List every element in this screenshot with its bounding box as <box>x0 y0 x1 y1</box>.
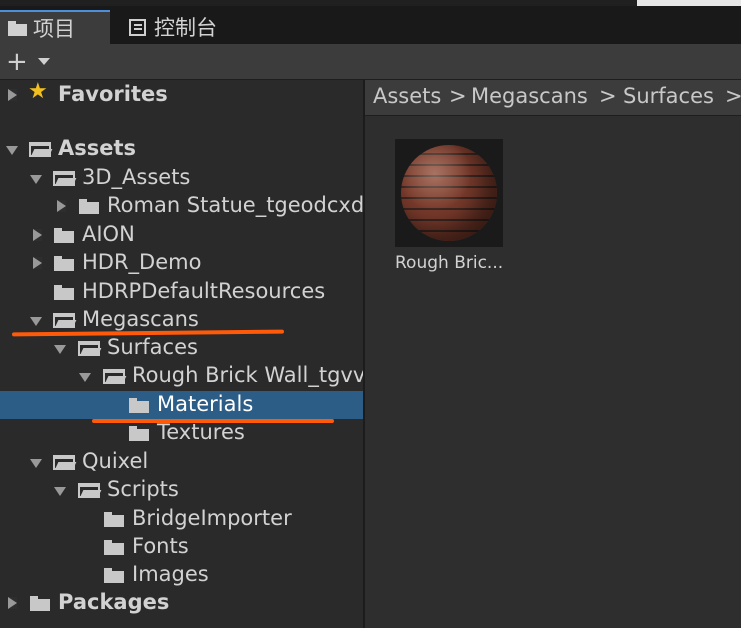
tree-item-label: Materials <box>157 392 254 416</box>
breadcrumb: Assets > Megascans > Surfaces > <box>365 80 741 116</box>
tree-item-label: Favorites <box>58 82 168 106</box>
asset-label: Rough Bric... <box>395 253 504 273</box>
tree-item-textures[interactable]: Textures <box>0 419 363 447</box>
tree-item-bridge-importer[interactable]: BridgeImporter <box>0 505 363 533</box>
tree-item-label: Quixel <box>82 449 149 473</box>
expand-arrow-icon[interactable] <box>8 89 17 101</box>
tree-item-fonts[interactable]: Fonts <box>0 533 363 561</box>
tree-item-3d-assets[interactable]: 3D_Assets <box>0 164 363 192</box>
annotation-underline-materials <box>92 419 334 423</box>
expand-arrow-icon[interactable] <box>57 200 66 212</box>
tree-item-aion[interactable]: AION <box>0 221 363 249</box>
expand-arrow-icon[interactable] <box>8 597 17 609</box>
tree-item-materials[interactable]: Materials <box>0 391 363 419</box>
brick-material-sphere <box>401 145 497 241</box>
tree-item-assets[interactable]: Assets <box>0 135 363 163</box>
tree-item-label: Scripts <box>107 477 179 501</box>
tab-project-label: 项目 <box>33 17 75 41</box>
tree-item-label: Roman Statue_tgeodcxd <box>107 193 363 217</box>
tab-console-label: 控制台 <box>154 16 217 40</box>
folder-icon <box>129 426 149 441</box>
breadcrumb-item-assets[interactable]: Assets <box>373 84 441 108</box>
folder-open-icon <box>53 171 75 186</box>
tree-item-label: Packages <box>58 590 170 614</box>
breadcrumb-separator: > <box>449 84 467 108</box>
folder-icon <box>54 228 74 243</box>
tree-item-rough-brick-wall[interactable]: Rough Brick Wall_tgvv <box>0 362 363 390</box>
tree-item-scripts[interactable]: Scripts <box>0 476 363 504</box>
folder-open-icon <box>103 369 125 384</box>
tree-item-surfaces[interactable]: Surfaces <box>0 334 363 362</box>
tab-console[interactable]: 控制台 <box>113 10 233 44</box>
tree-item-label: 3D_Assets <box>82 165 191 189</box>
tree-item-packages[interactable]: Packages <box>0 589 363 617</box>
expand-arrow-icon[interactable] <box>33 229 42 241</box>
tab-project[interactable]: 项目 <box>0 10 110 44</box>
window-tab-strip: 项目 控制台 <box>0 0 741 44</box>
collapse-arrow-icon[interactable] <box>79 373 91 382</box>
folder-icon <box>8 20 27 36</box>
tree-item-label: HDRPDefaultResources <box>82 279 326 303</box>
collapse-arrow-icon[interactable] <box>30 317 42 326</box>
material-thumbnail[interactable] <box>395 139 503 247</box>
tree-item-label: Fonts <box>132 534 189 558</box>
chevron-down-icon[interactable] <box>38 58 50 65</box>
tree-item-hdrp-default-resources[interactable]: HDRPDefaultResources <box>0 278 363 306</box>
breadcrumb-separator: > <box>599 84 617 108</box>
breadcrumb-separator: > <box>725 84 741 108</box>
tree-item-label: AION <box>82 222 135 246</box>
folder-icon <box>104 512 124 527</box>
tree-item-label: Megascans <box>82 307 199 331</box>
folder-open-icon <box>78 483 100 498</box>
folder-icon <box>30 596 50 611</box>
tree-item-roman-statue[interactable]: Roman Statue_tgeodcxd <box>0 192 363 220</box>
star-icon: ★ <box>28 81 48 104</box>
folder-icon <box>79 199 99 214</box>
add-button[interactable]: + <box>6 49 28 75</box>
tree-item-label: Assets <box>58 136 137 160</box>
collapse-arrow-icon[interactable] <box>54 487 66 496</box>
tree-item-label: Surfaces <box>107 335 198 359</box>
folder-open-icon <box>53 455 75 470</box>
top-edge <box>0 0 741 6</box>
tree-item-label: BridgeImporter <box>132 506 292 530</box>
tree-item-label: Rough Brick Wall_tgvv <box>132 363 363 387</box>
folder-icon <box>104 568 124 583</box>
tree-item-label: Images <box>132 562 209 586</box>
folder-open-icon <box>78 341 100 356</box>
tree-item-images[interactable]: Images <box>0 561 363 589</box>
collapse-arrow-icon[interactable] <box>54 345 66 354</box>
console-icon <box>129 18 146 36</box>
expand-arrow-icon[interactable] <box>33 257 42 269</box>
tree-item-label: Textures <box>157 420 245 444</box>
folder-open-icon <box>29 142 51 157</box>
project-toolbar: + <box>0 44 741 80</box>
collapse-arrow-icon[interactable] <box>30 459 42 468</box>
tree-item-label: HDR_Demo <box>82 250 202 274</box>
tree-item-hdr-demo[interactable]: HDR_Demo <box>0 249 363 277</box>
folder-icon <box>104 540 124 555</box>
breadcrumb-item-megascans[interactable]: Megascans <box>471 84 588 108</box>
collapse-arrow-icon[interactable] <box>6 146 18 155</box>
folder-icon <box>54 285 74 300</box>
top-edge-highlight <box>637 0 741 6</box>
tree-item-quixel[interactable]: Quixel <box>0 448 363 476</box>
tree-item-favorites[interactable]: ★ Favorites <box>0 81 363 109</box>
folder-icon <box>129 398 149 413</box>
folder-icon <box>54 256 74 271</box>
folder-open-icon <box>53 313 75 328</box>
collapse-arrow-icon[interactable] <box>30 175 42 184</box>
breadcrumb-item-surfaces[interactable]: Surfaces <box>623 84 714 108</box>
